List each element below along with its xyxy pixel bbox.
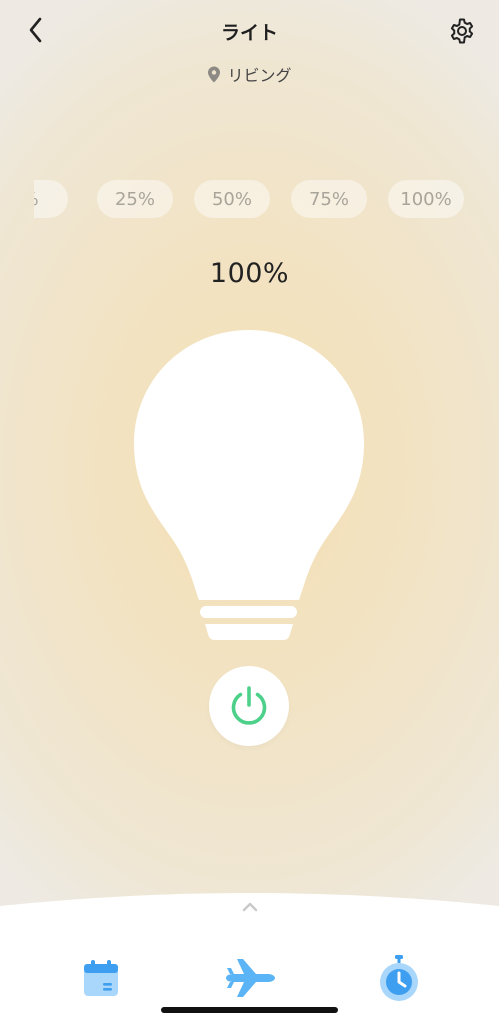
airplane-icon <box>226 959 275 997</box>
header: ライト リビング <box>0 0 499 100</box>
gear-icon <box>450 18 474 44</box>
calendar-icon <box>84 960 118 996</box>
brightness-presets: % 25% 50% 75% 100% <box>34 180 468 220</box>
preset-75[interactable]: 75% <box>291 180 367 218</box>
stopwatch-icon <box>380 955 418 1001</box>
chevron-up-icon <box>242 902 258 912</box>
tab-away-mode[interactable] <box>222 950 278 1006</box>
tab-timer[interactable] <box>371 950 427 1006</box>
location-pin-icon <box>208 66 221 82</box>
power-button[interactable] <box>209 666 289 746</box>
location-label: リビング <box>227 66 292 85</box>
light-bulb-icon[interactable] <box>133 328 365 644</box>
home-indicator[interactable] <box>161 1007 338 1013</box>
preset-100[interactable]: 100% <box>388 180 464 218</box>
settings-button[interactable] <box>446 15 478 47</box>
page-title: ライト <box>220 22 278 44</box>
brightness-level: 100% <box>209 258 290 289</box>
preset-partial[interactable]: % <box>34 180 68 218</box>
tab-schedule[interactable] <box>73 950 129 1006</box>
preset-50[interactable]: 50% <box>194 180 270 218</box>
location: リビング <box>0 62 499 86</box>
preset-25[interactable]: 25% <box>97 180 173 218</box>
sheet-expand-handle[interactable] <box>240 900 260 914</box>
power-icon <box>231 686 267 725</box>
